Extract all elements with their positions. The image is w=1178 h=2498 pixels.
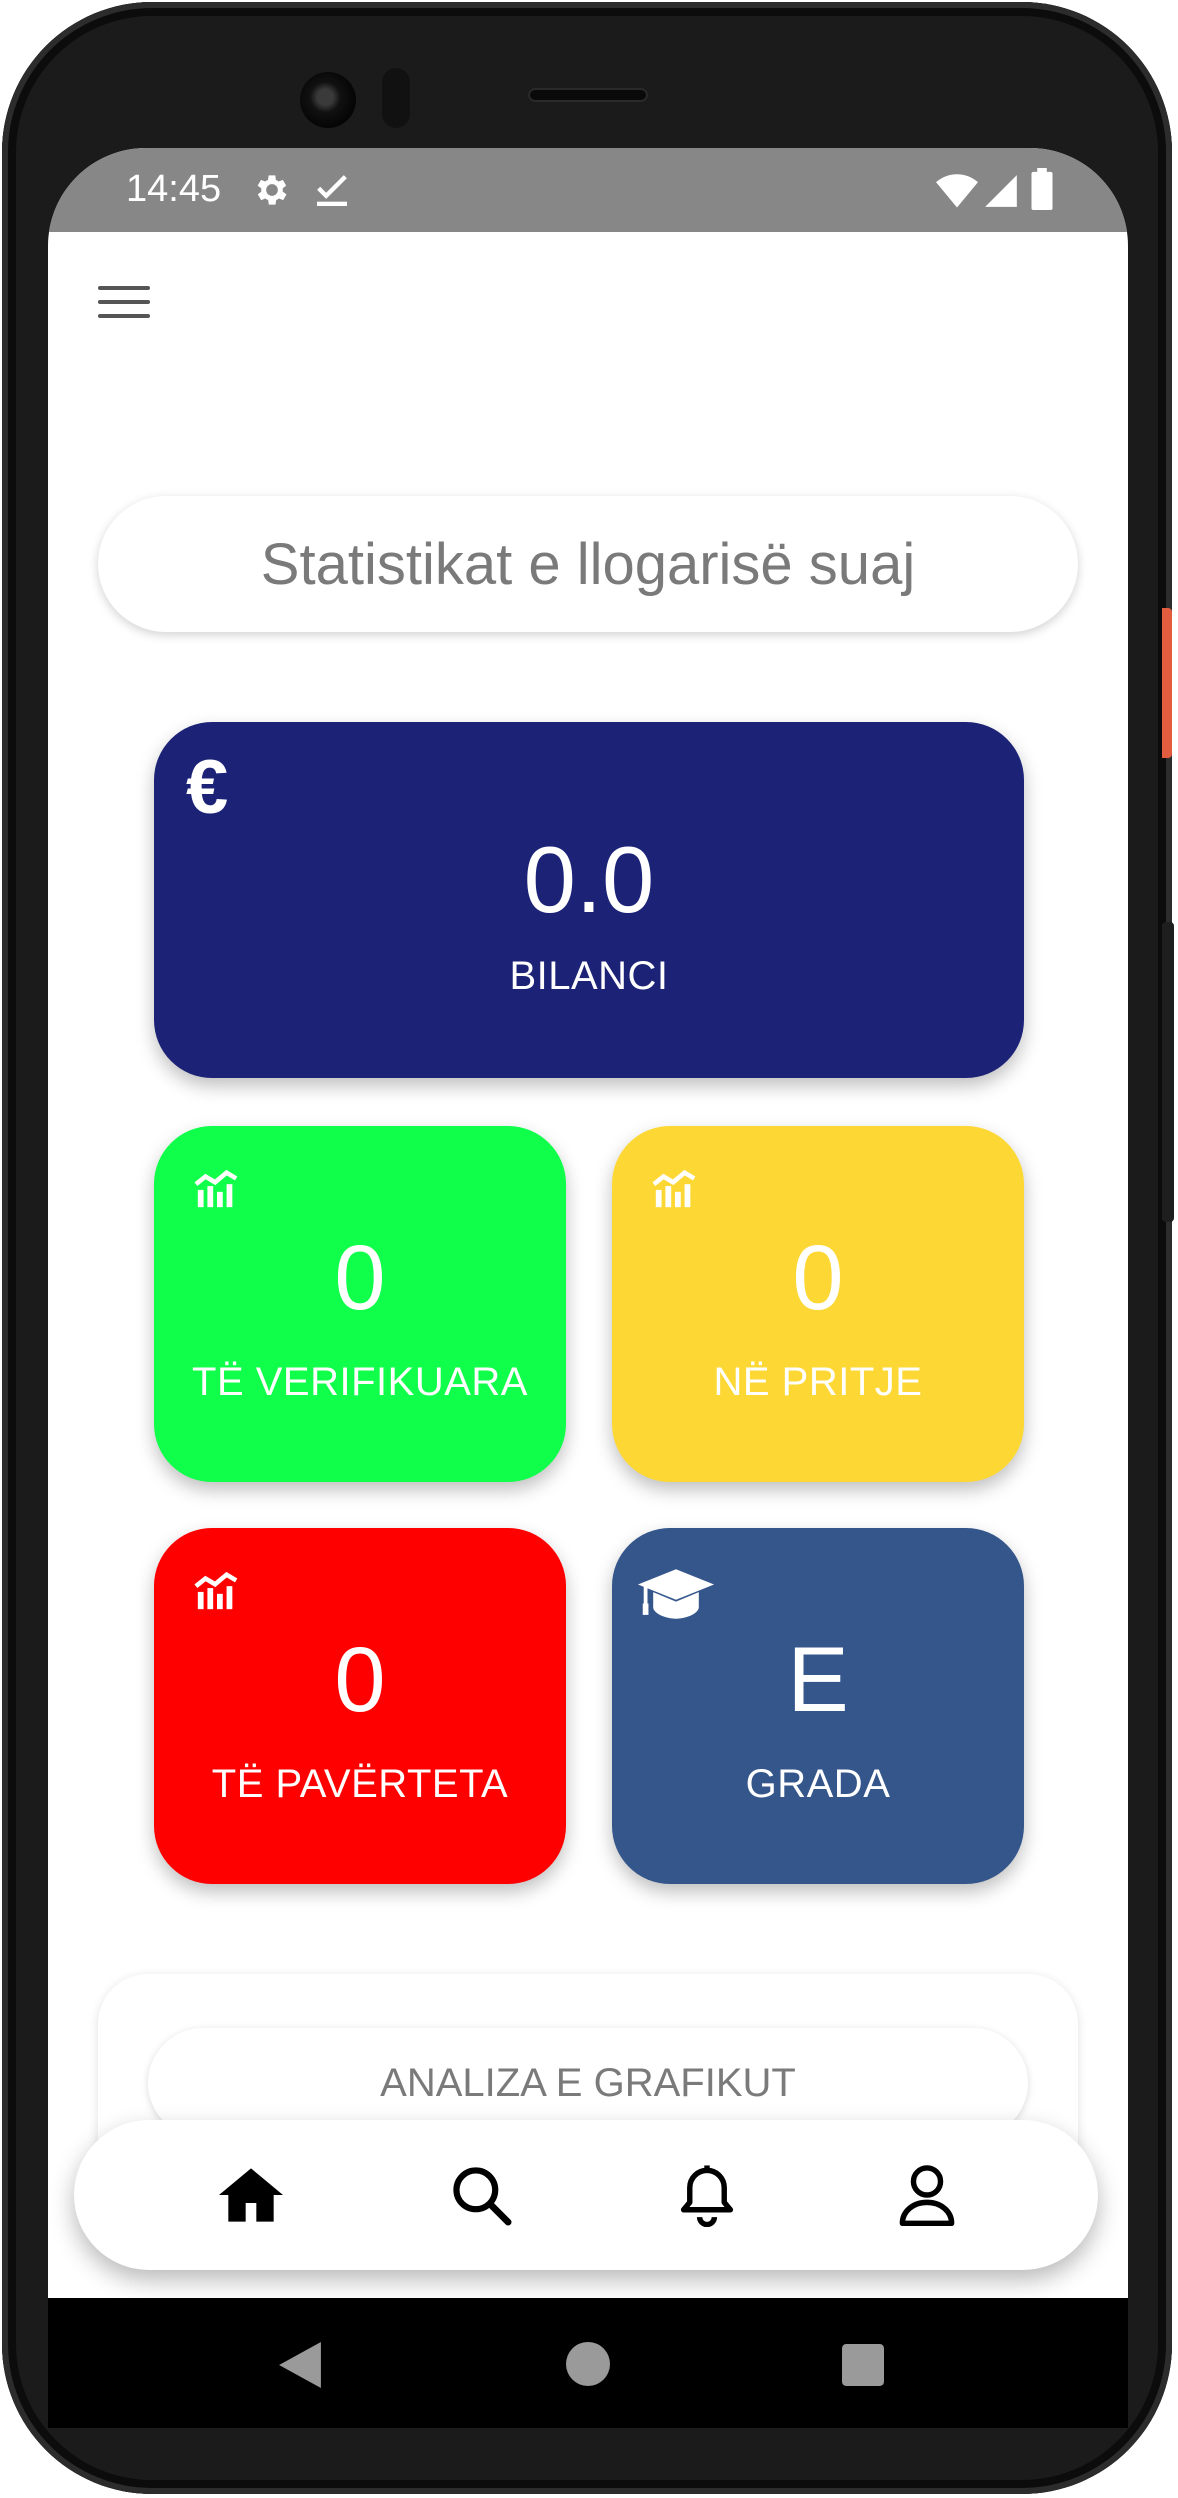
gear-icon [257, 175, 287, 205]
power-button [1162, 608, 1172, 758]
graduation-cap-icon [638, 1569, 714, 1619]
phone-frame: 14:45 Statistikat e llogarisë suaj € 0.0… [2, 2, 1174, 2494]
profile-icon [899, 2165, 955, 2227]
chart-icon [652, 1169, 696, 1208]
balance-value: 0.0 [523, 827, 655, 932]
nav-profile[interactable] [892, 2160, 962, 2230]
grade-label: GRADA [745, 1762, 891, 1806]
nav-search[interactable] [446, 2160, 516, 2230]
system-nav-bar [48, 2298, 1128, 2428]
chart-icon [194, 1571, 238, 1610]
battery-icon [1031, 168, 1053, 210]
proximity-sensor [382, 68, 410, 128]
status-time: 14:45 [126, 168, 222, 210]
search-icon [453, 2167, 512, 2226]
status-bar: 14:45 [48, 148, 1128, 232]
pending-value: 0 [792, 1227, 844, 1329]
recents-icon[interactable] [842, 2344, 884, 2386]
pending-card[interactable]: 0 NË PRITJE [612, 1126, 1024, 1482]
earpiece-speaker [528, 88, 648, 102]
balance-card[interactable]: € 0.0 BILANCI [154, 722, 1024, 1078]
verified-card[interactable]: 0 TË VERIFIKUARA [154, 1126, 566, 1482]
grade-value: E [787, 1629, 849, 1731]
invalid-value: 0 [334, 1629, 386, 1731]
grade-card[interactable]: E GRADA [612, 1528, 1024, 1884]
bell-icon [680, 2165, 734, 2227]
invalid-label: TË PAVËRTETA [211, 1762, 509, 1806]
home-circle-icon[interactable] [566, 2342, 610, 2386]
balance-label: BILANCI [509, 954, 669, 998]
invalid-card[interactable]: 0 TË PAVËRTETA [154, 1528, 566, 1884]
checkmark-icon [317, 175, 347, 206]
bottom-nav [74, 2120, 1098, 2270]
nav-home[interactable] [216, 2160, 286, 2230]
verified-value: 0 [334, 1227, 386, 1329]
euro-icon: € [186, 745, 229, 830]
back-icon[interactable] [278, 2342, 322, 2388]
chart-icon [194, 1169, 238, 1208]
home-icon [219, 2168, 283, 2222]
nav-notifications[interactable] [672, 2160, 742, 2230]
pending-label: NË PRITJE [713, 1360, 923, 1404]
page-title: Statistikat e llogarisë suaj [98, 496, 1078, 632]
volume-button [1162, 922, 1174, 1222]
wifi-icon [936, 174, 978, 208]
screen: 14:45 Statistikat e llogarisë suaj € 0.0… [48, 148, 1128, 2298]
front-camera [300, 72, 356, 128]
verified-label: TË VERIFIKUARA [192, 1360, 528, 1404]
hamburger-menu-icon[interactable] [98, 286, 154, 330]
cell-signal-icon [985, 175, 1017, 207]
